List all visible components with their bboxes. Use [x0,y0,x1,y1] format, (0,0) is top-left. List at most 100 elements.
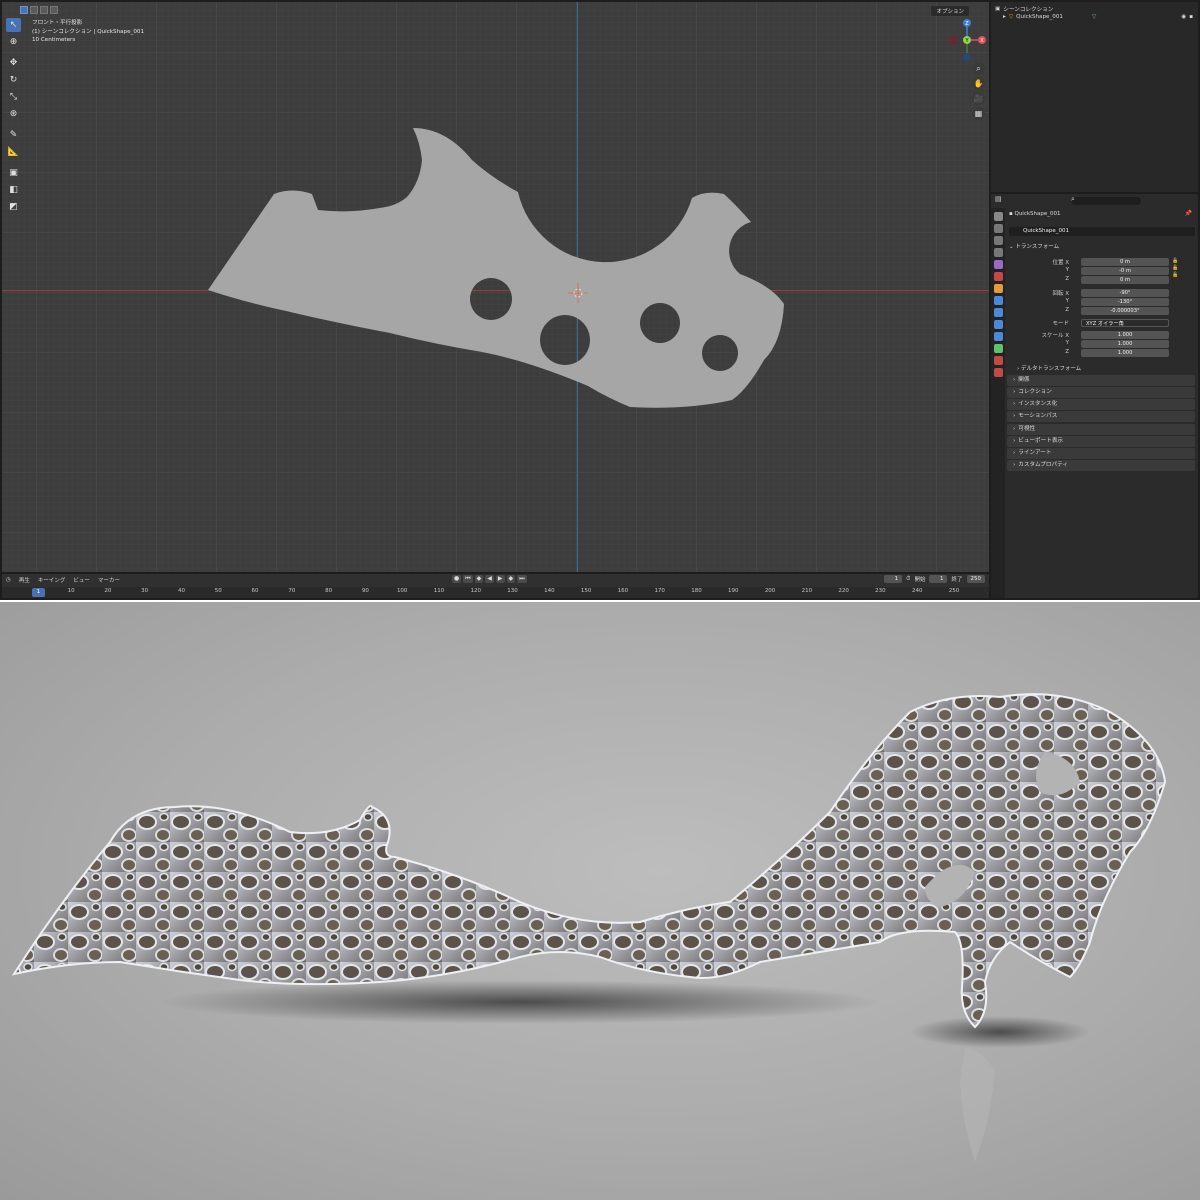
panel-collections[interactable]: › コレクション [1007,387,1195,398]
lock-icon[interactable]: 🔓 [1172,258,1178,264]
record-icon[interactable]: ● [452,575,462,583]
object-name-field[interactable]: QuickShape_001 [1009,227,1195,236]
jump-start-icon[interactable]: ⏮ [463,575,473,583]
current-frame-field[interactable]: 1 [884,575,903,583]
render-tab-icon[interactable] [993,224,1003,233]
transform-panel-header[interactable]: ⌄ トランスフォーム [1009,242,1059,250]
frame-tick: 200 [764,588,776,594]
lock-icon[interactable]: 🔓 [1172,272,1178,278]
select-mode-icons[interactable] [20,6,58,14]
location-y-label: Y [1065,267,1069,273]
rotation-mode-select[interactable]: XYZ オイラー角 [1081,319,1169,327]
panel-relations[interactable]: › 関係 [1007,375,1195,386]
start-frame-field[interactable]: 1 [929,575,948,583]
clock-icon[interactable]: ◷ [6,577,11,583]
end-frame-field[interactable]: 250 [966,575,985,583]
next-key-icon[interactable]: ◆ [506,575,516,583]
scene-collection-label: シーンコレクション [1003,7,1054,13]
output-tab-icon[interactable] [993,236,1003,245]
play-reverse-icon[interactable]: ◀ [485,575,494,583]
panel-motion-paths[interactable]: › モーションパス [1007,411,1195,422]
texture-tab-icon[interactable] [993,368,1003,377]
select-invert-icon[interactable] [50,6,58,14]
add-cube-icon[interactable]: ▣ [6,166,21,180]
3d-viewport[interactable]: フロント・平行投影 (1) シーンコレクション | QuickShape_001… [2,2,989,572]
frame-tick: 30 [141,588,149,594]
frame-tick: 20 [104,588,112,594]
play-icon[interactable]: ▶ [495,575,505,583]
menu-view[interactable]: ビュー [73,576,90,584]
panel-label: コレクション [1018,389,1052,395]
outliner-item-quickshape[interactable]: ▸ ▽ QuickShape_001 ▽ ◉ ▪ [1003,14,1193,20]
panel-label: インスタンス化 [1018,401,1058,407]
tool-tab-icon[interactable] [993,212,1003,221]
location-z-field[interactable]: 0 m [1081,276,1169,284]
menu-marker[interactable]: マーカー [98,576,120,584]
panel-custom-properties[interactable]: › カスタムプロパティ [1007,460,1195,471]
frame-tick: 140 [544,588,555,594]
annotate-icon[interactable]: ✎ [6,128,21,142]
floor-shadow [160,980,880,1024]
measure-icon[interactable]: 📐 [6,145,21,159]
delta-transform-header[interactable]: › デルタトランスフォーム [1017,364,1081,372]
outliner-scene-collection[interactable]: ▣ シーンコレクション [995,5,1053,13]
panel-visibility[interactable]: › 可視性 [1007,424,1195,435]
menu-keying[interactable]: キーイング [38,576,66,584]
location-x-field[interactable]: 0 m [1081,258,1169,266]
stopwatch-icon[interactable]: ⏱ [906,576,910,583]
rotation-z-field[interactable]: -0.000003° [1081,307,1169,315]
properties-search[interactable] [1071,197,1141,205]
scale-y-label: Y [1065,340,1069,346]
camera-icon[interactable]: 🎥 [972,92,985,105]
scale-x-field[interactable]: 1.000 [1081,331,1169,339]
rotation-x-field[interactable]: -90° [1081,289,1169,297]
options-button[interactable]: オプション [931,6,969,16]
frame-ruler[interactable]: 1 10 20 30 40 50 60 70 80 90 100 110 120 130 140 150 16… [2,587,989,598]
material-tab-icon[interactable] [993,356,1003,365]
select-extend-icon[interactable] [30,6,38,14]
panel-instancing[interactable]: › インスタンス化 [1007,399,1195,410]
transform-icon[interactable]: ⊛ [6,107,21,121]
select-box-icon[interactable]: ↖ [6,18,21,32]
scale-z-field[interactable]: 1.000 [1081,349,1169,357]
scale-y-field[interactable]: 1.000 [1081,340,1169,348]
scale-icon[interactable]: ⤡ [6,90,21,104]
navigation-gizmo[interactable]: Z X Y [945,16,989,66]
zoom-icon[interactable]: ⌕ [972,62,985,75]
frame-tick: 220 [838,588,849,594]
foot-shadow [910,1016,1090,1048]
select-new-icon[interactable] [20,6,28,14]
editor-type-icon[interactable]: ▤ [995,195,1002,203]
prev-key-icon[interactable]: ◆ [474,575,484,583]
view-name: フロント・平行投影 [32,20,83,26]
rotate-icon[interactable]: ↻ [6,73,21,87]
panel-line-art[interactable]: › ラインアート [1007,448,1195,459]
quickshape-icon[interactable]: ◩ [6,200,21,214]
panel-expand-icon[interactable]: › [1017,366,1019,372]
svg-text:Z: Z [965,21,969,27]
panel-viewport-display[interactable]: › ビューポート表示 [1007,436,1195,447]
cursor-icon[interactable]: ⊕ [6,35,21,49]
rotation-y-field[interactable]: -130° [1081,298,1169,306]
pan-hand-icon[interactable]: ✋ [972,77,985,90]
expand-arrow-icon[interactable]: ▸ [1003,14,1006,20]
move-icon[interactable]: ✥ [6,56,21,70]
lock-icon[interactable]: 🔓 [1172,265,1178,271]
jump-end-icon[interactable]: ⏭ [517,575,527,583]
menu-playback[interactable]: 再生 [19,576,30,584]
playhead[interactable]: 1 [32,588,45,597]
rotation-z-label: Z [1065,307,1069,313]
extrude-icon[interactable]: ◧ [6,183,21,197]
location-y-field[interactable]: -0 m [1081,267,1169,275]
view-navigation: ⌕ ✋ 🎥 ▦ [972,62,985,120]
frame-tick: 170 [654,588,665,594]
frame-tick: 10 [67,588,75,594]
quickshape-object[interactable] [2,2,989,572]
view-layer-tab-icon[interactable] [993,248,1003,257]
panel-collapse-icon[interactable]: ⌄ [1009,244,1014,250]
camera-render-icon[interactable]: ▪ [1189,14,1193,20]
pin-icon[interactable]: 📌 [1185,210,1192,217]
visibility-eye-icon[interactable]: ◉ [1181,14,1186,20]
grid-icon[interactable]: ▦ [972,107,985,120]
select-subtract-icon[interactable] [40,6,48,14]
